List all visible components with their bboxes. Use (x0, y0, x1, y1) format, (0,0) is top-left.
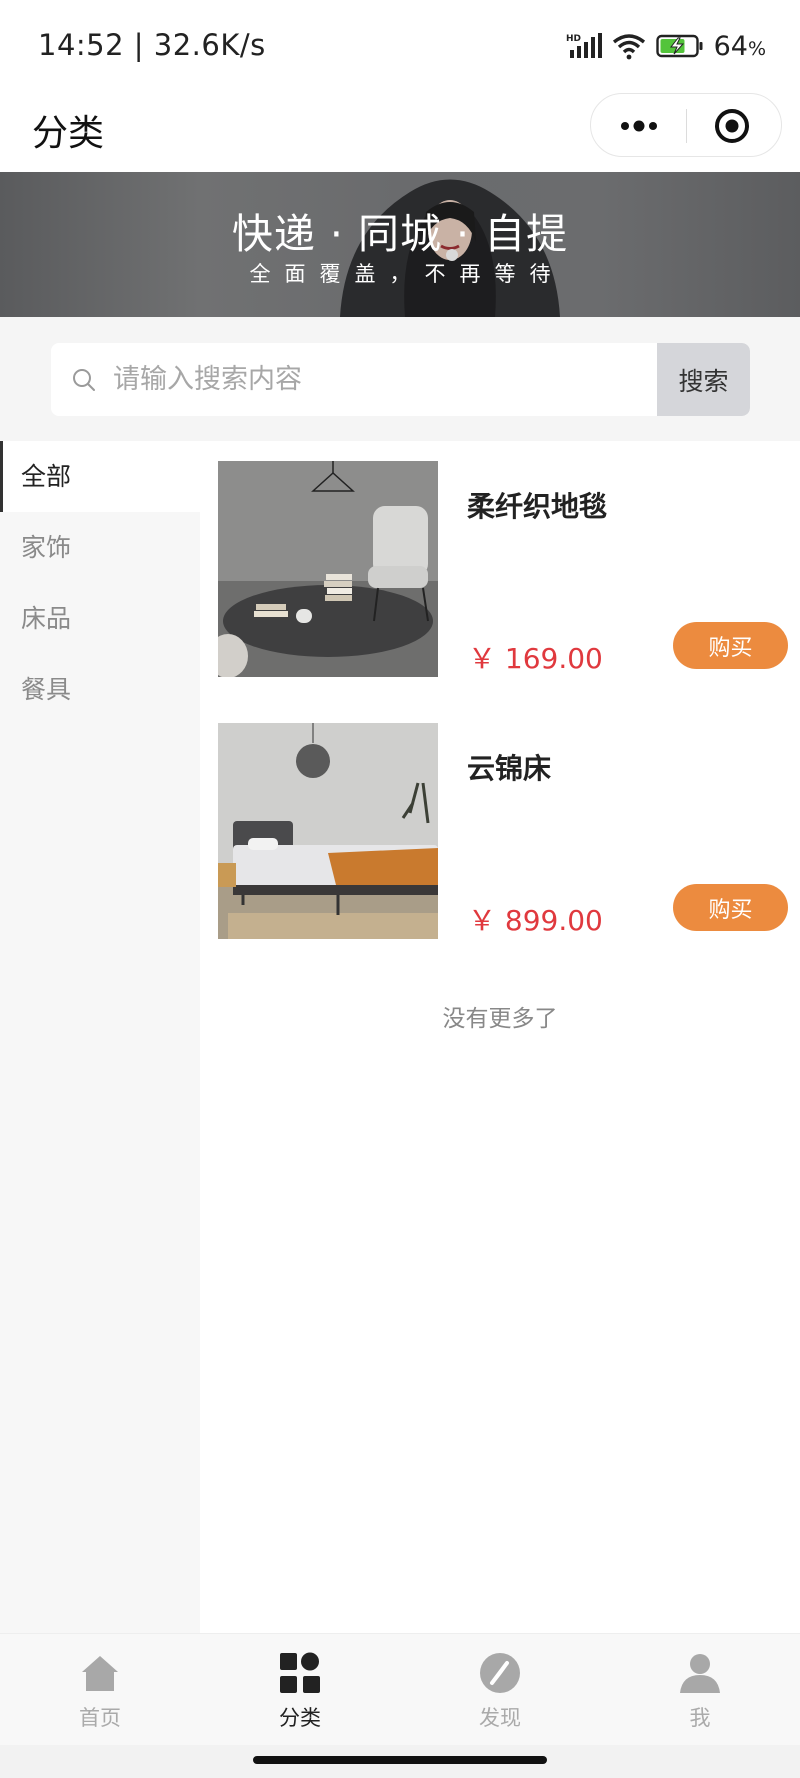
banner-title: 快递 · 同城 · 自提 (231, 210, 569, 258)
tab-discover[interactable]: 发现 (400, 1634, 600, 1746)
tab-label: 我 (689, 1706, 711, 1730)
page-title: 分类 (32, 113, 105, 154)
compass-icon (480, 1653, 520, 1693)
status-time: 14:52 | 32.6K/s (38, 28, 266, 62)
tab-category[interactable]: 分类 (200, 1634, 400, 1746)
tab-label: 首页 (79, 1706, 121, 1730)
promo-banner[interactable]: 快递 · 同城 · 自提 全面覆盖，不再等待 (0, 172, 800, 317)
search-button[interactable]: 搜索 (657, 343, 750, 416)
category-grid-icon (280, 1652, 320, 1693)
rug-room-photo (218, 461, 438, 677)
category-sidebar: 全部 家饰 床品 餐具 (0, 441, 200, 1633)
battery-percentage: 64% (713, 30, 766, 62)
home-indicator[interactable] (253, 1756, 547, 1764)
sidebar-item-home-decor[interactable]: 家饰 (0, 512, 200, 583)
status-bar: 14:52 | 32.6K/s HD 64% (0, 0, 800, 90)
product-price: ￥ 169.00 (468, 642, 603, 675)
sidebar-item-tableware[interactable]: 餐具 (0, 654, 200, 725)
tab-label: 发现 (479, 1706, 521, 1730)
buy-button[interactable]: 购买 (673, 884, 788, 931)
tab-bar: 首页 分类 发现 我 (0, 1633, 800, 1745)
banner-subtitle: 全面覆盖，不再等待 (249, 262, 565, 286)
product-name: 柔纤织地毯 (467, 490, 608, 523)
product-card[interactable]: 云锦床 ￥ 899.00 购买 (218, 723, 800, 939)
sidebar-item-all[interactable]: 全部 (0, 441, 200, 512)
sidebar-item-bedding[interactable]: 床品 (0, 583, 200, 654)
search-input[interactable] (113, 343, 643, 416)
search-icon (73, 369, 95, 391)
hd-signal-icon: HD (566, 33, 602, 58)
home-icon (82, 1656, 118, 1691)
product-card[interactable]: 柔纤织地毯 ￥ 169.00 购买 (218, 461, 800, 677)
nav-bar: 分类 (0, 90, 800, 172)
tab-label: 分类 (279, 1706, 321, 1730)
wifi-icon (612, 34, 645, 60)
product-list: 柔纤织地毯 ￥ 169.00 购买 云锦床 ￥ 899.00 购买 没有更多了 (200, 441, 800, 1633)
buy-button[interactable]: 购买 (673, 622, 788, 669)
tab-me[interactable]: 我 (600, 1634, 800, 1746)
product-price: ￥ 899.00 (468, 904, 603, 937)
product-name: 云锦床 (467, 752, 552, 785)
more-button[interactable] (617, 108, 661, 144)
svg-text:HD: HD (566, 34, 581, 44)
bed-room-photo (218, 723, 438, 939)
target-close-icon (715, 109, 749, 143)
battery-charging-icon (655, 34, 703, 58)
capsule-divider (686, 109, 687, 143)
user-icon (680, 1654, 720, 1693)
more-dots-icon (621, 120, 657, 132)
no-more-text: 没有更多了 (442, 1006, 558, 1032)
search-area: 搜索 (0, 317, 800, 441)
mini-program-capsule (590, 93, 782, 157)
tab-home[interactable]: 首页 (0, 1634, 200, 1746)
close-mini-program-button[interactable] (713, 107, 751, 145)
status-icons: HD 64% (566, 28, 766, 64)
search-box: 搜索 (51, 343, 750, 416)
